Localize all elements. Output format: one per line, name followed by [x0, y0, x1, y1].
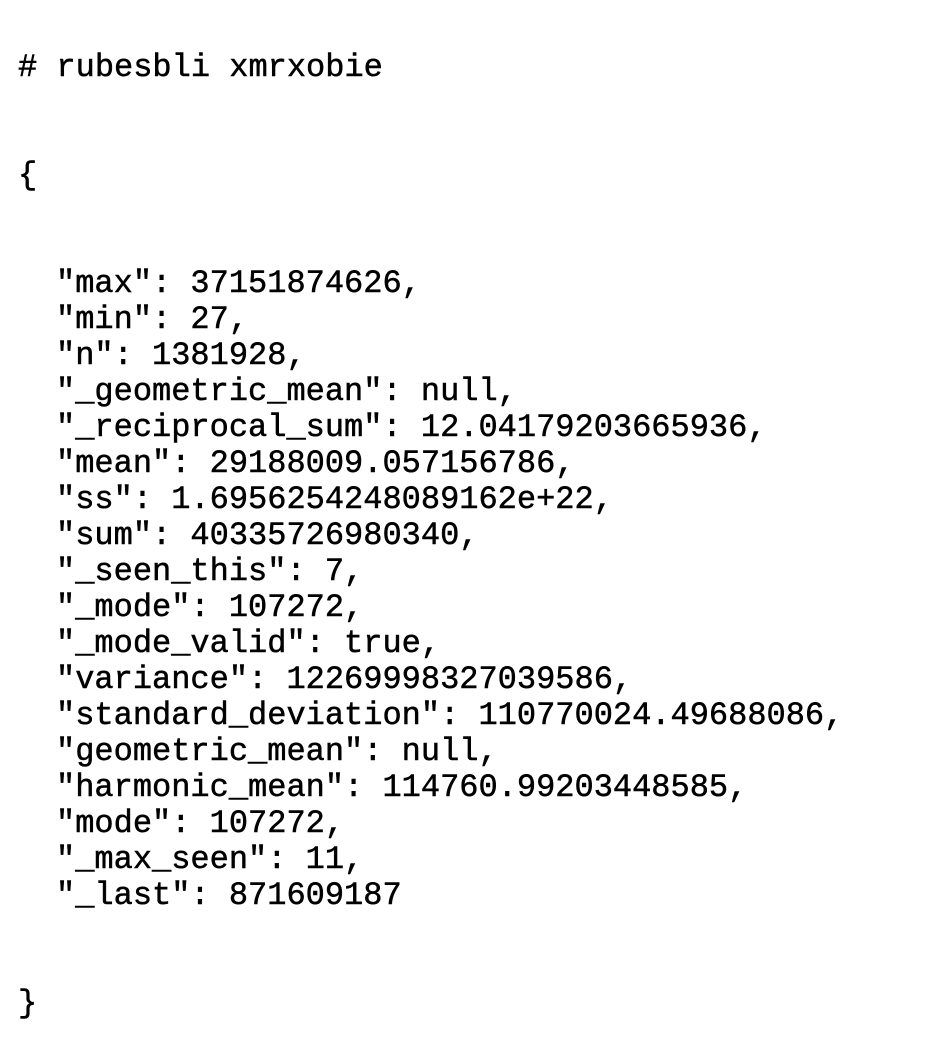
- entries-list: "max": 37151874626, "min": 27, "n": 138192…: [18, 265, 844, 914]
- json-entry: "standard_deviation": 110770024.49688086…: [18, 697, 844, 734]
- json-entry: "_reciprocal_sum": 12.04179203665936,: [18, 409, 843, 446]
- entry-value: 107272,: [228, 589, 364, 626]
- json-entry: "_last": 871609187: [18, 877, 843, 914]
- entry-key: "max":: [56, 265, 191, 302]
- entry-key: "_last":: [56, 877, 229, 914]
- json-entry: "sum": 40335726980340,: [18, 517, 843, 554]
- entry-value: 1381928,: [152, 337, 306, 374]
- entry-key: "standard_deviation":: [56, 697, 479, 734]
- entry-key: "geometric_mean":: [56, 733, 402, 770]
- entry-value: 114760.99203448585,: [382, 769, 748, 806]
- json-entry: "_mode": 107272,: [18, 589, 843, 626]
- json-entry: "mode": 107272,: [18, 805, 843, 842]
- json-entry: "_mode_valid": true,: [18, 625, 843, 662]
- entry-key: "variance":: [56, 661, 287, 698]
- json-entry: "mean": 29188009.057156786,: [18, 445, 843, 482]
- json-entry: "harmonic_mean": 114760.99203448585,: [18, 769, 843, 806]
- json-entry: "min": 27,: [18, 301, 843, 338]
- entry-key: "_reciprocal_sum":: [56, 409, 421, 446]
- entry-value: 40335726980340,: [190, 517, 479, 554]
- entry-key: "_mode":: [56, 589, 229, 626]
- json-entry: "_geometric_mean": null,: [18, 373, 843, 410]
- entry-key: "ss":: [56, 481, 172, 518]
- entry-key: "_max_seen":: [56, 841, 306, 878]
- entry-key: "_seen_this":: [56, 553, 325, 590]
- json-entry: "geometric_mean": null,: [18, 733, 843, 770]
- json-entry: "n": 1381928,: [18, 337, 843, 374]
- entry-value: 1.6956254248089162e+22,: [171, 481, 613, 518]
- entry-key: "mode":: [56, 805, 210, 842]
- entry-value: 12.04179203665936,: [420, 409, 767, 446]
- entry-value: 37151874626,: [190, 265, 421, 302]
- entry-value: 29188009.057156786,: [209, 445, 575, 482]
- entry-key: "_mode_valid":: [56, 625, 345, 662]
- entry-value: 12269998327039586,: [286, 661, 633, 698]
- json-code-block: # rubesbli xmrxobie { "max": 37151874626…: [18, 0, 844, 1058]
- json-entry: "ss": 1.6956254248089162e+22,: [18, 481, 843, 518]
- entry-value: 11,: [305, 841, 364, 878]
- entry-value: null,: [401, 733, 498, 770]
- entry-key: "sum":: [56, 517, 191, 554]
- entry-value: 7,: [324, 553, 364, 590]
- entry-key: "harmonic_mean":: [56, 769, 383, 806]
- entry-key: "_geometric_mean":: [56, 373, 421, 410]
- json-entry: "_seen_this": 7,: [18, 553, 843, 590]
- entry-value: 27,: [190, 301, 249, 338]
- entry-value: 110770024.49688086,: [478, 697, 844, 734]
- entry-value: true,: [344, 625, 441, 662]
- open-brace: {: [18, 157, 38, 194]
- close-brace: }: [18, 985, 38, 1022]
- entry-value: null,: [420, 373, 518, 410]
- json-entry: "max": 37151874626,: [18, 265, 843, 302]
- json-entry: "_max_seen": 11,: [18, 841, 843, 878]
- json-entry: "variance": 12269998327039586,: [18, 661, 843, 698]
- entry-key: "n":: [56, 337, 153, 374]
- entry-value: 107272,: [209, 805, 345, 842]
- entry-value: 871609187: [228, 877, 402, 914]
- entry-key: "mean":: [56, 445, 210, 482]
- comment-line: # rubesbli xmrxobie: [18, 49, 383, 86]
- entry-key: "min":: [56, 301, 191, 338]
